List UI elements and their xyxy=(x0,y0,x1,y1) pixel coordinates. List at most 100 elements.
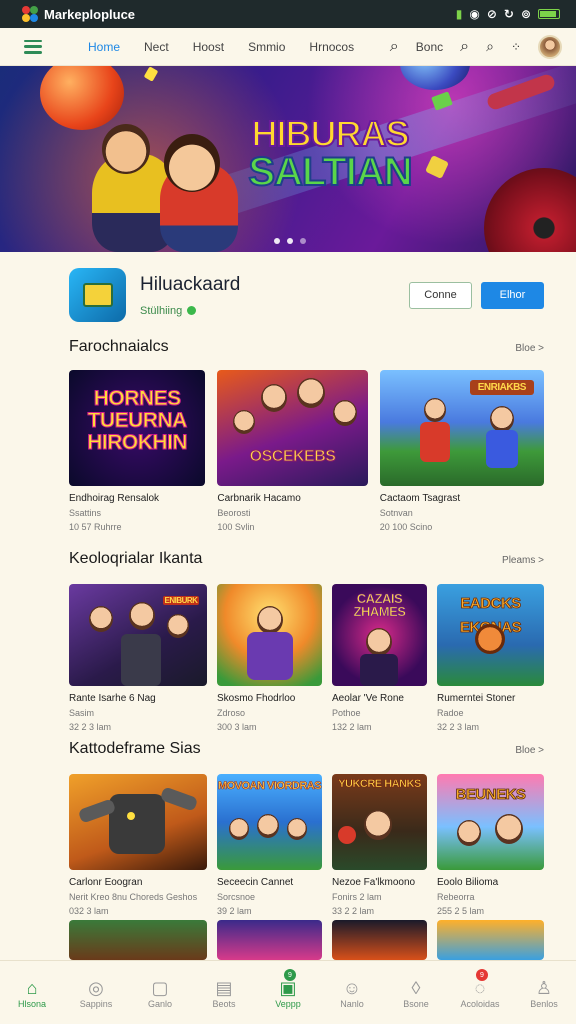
tab-5[interactable]: ▣ Veppp 9 xyxy=(256,961,320,1024)
avatar[interactable] xyxy=(538,34,562,59)
status-bar: Markeplopluce ▮ ◉ ⊘ ↻ ⊚ xyxy=(0,0,576,28)
controller-icon: ▢ xyxy=(151,977,169,998)
game-stats: 10 57 Ruhrre xyxy=(69,522,122,532)
tab-label: Hlsona xyxy=(17,998,46,1009)
search-icon[interactable]: ⌕ xyxy=(390,38,399,56)
game-thumbnail xyxy=(217,584,322,686)
game-card[interactable]: BEUNEKS Eoolo Bilioma Rebeorra 255 2 5 l… xyxy=(437,774,544,916)
refresh-icon: ↻ xyxy=(503,7,514,21)
game-meta: Zdroso xyxy=(217,708,246,718)
game-thumbnail: ENIBURK xyxy=(69,584,207,686)
carousel-dot[interactable] xyxy=(287,238,293,244)
see-more-link[interactable]: Bloe > xyxy=(515,745,544,756)
search-icon-2[interactable]: ⌕ xyxy=(460,38,469,56)
tab-label: Sappins xyxy=(79,998,113,1009)
game-meta: Sasim xyxy=(69,708,95,718)
tab-7[interactable]: ◊ Bsone xyxy=(384,961,448,1024)
game-stats: 255 2 5 lam xyxy=(437,906,485,916)
nav-link-4[interactable]: Smmio xyxy=(248,40,285,54)
tab-label: Acoloidas xyxy=(460,998,500,1009)
battery-icon xyxy=(538,9,560,19)
game-card[interactable]: OSCEKEBS Carbnarik Hacamo Beorosti 100 S… xyxy=(217,370,368,532)
game-name: Aeolar 'Ve Rone xyxy=(332,693,404,704)
game-thumbnail[interactable] xyxy=(69,920,207,960)
tab-home[interactable]: ⌂ Hlsona xyxy=(0,961,64,1024)
tab-3[interactable]: ▢ Ganlo xyxy=(128,961,192,1024)
carousel-dot[interactable] xyxy=(300,238,306,244)
top-nav: Home Nect Hoost Smmio Hrnocos ⌕ Bonc ⌕ ⌕… xyxy=(0,28,576,66)
game-meta: Sotnvan xyxy=(379,508,413,518)
sync-icon: ⊚ xyxy=(520,7,531,21)
tab-6[interactable]: ☺ Nanlo xyxy=(320,961,384,1024)
verified-icon xyxy=(187,306,197,315)
thumbnail-text: ENIBURK xyxy=(163,596,199,605)
menu-icon[interactable] xyxy=(24,39,42,54)
carousel-dots[interactable] xyxy=(274,238,306,244)
carousel-dot[interactable] xyxy=(274,238,280,244)
primary-button[interactable]: Elhor xyxy=(481,281,544,309)
game-thumbnail xyxy=(69,774,207,870)
tab-label: Benlos xyxy=(530,998,558,1009)
section-3: Kattodeframe Sias Bloe > Carlonr Eoogran… xyxy=(0,740,576,920)
game-stats: 032 3 lam xyxy=(69,906,109,916)
section-title: Keoloqrialar Ikanta xyxy=(69,550,203,567)
see-more-link[interactable]: Bloe > xyxy=(515,343,544,354)
game-thumbnail: CAZAIS ZHAMES xyxy=(332,584,427,686)
game-name: Carlonr Eoogran xyxy=(69,877,143,888)
app-icon[interactable] xyxy=(69,268,126,322)
home-icon: ⌂ xyxy=(26,977,38,998)
game-name: Rante Isarhe 6 Nag xyxy=(69,693,156,704)
game-card[interactable]: ENRIAKBS Cactaom Tsagrast Sotnvan 20 100… xyxy=(379,370,544,532)
game-thumbnail: MOVOAN VIORDRAS xyxy=(217,774,322,870)
see-more-link[interactable]: Pleams > xyxy=(502,555,544,566)
thumbnail-text: MOVOAN VIORDRAS xyxy=(217,780,322,793)
hero-banner[interactable]: HIBURAS SALTIAN xyxy=(0,66,576,252)
status-app-name: Markeplopluce xyxy=(44,6,136,22)
secondary-button[interactable]: Conne xyxy=(409,281,472,309)
game-thumbnail[interactable] xyxy=(332,920,427,960)
game-thumbnail[interactable] xyxy=(437,920,544,960)
alarm-icon: ◉ xyxy=(469,7,480,21)
app-subtitle: Stülhiing xyxy=(140,304,183,317)
tab-9[interactable]: ♙ Benlos xyxy=(512,961,576,1024)
hero-title-line1: HIBURAS xyxy=(250,113,410,154)
game-card[interactable]: ENIBURK Rante Isarhe 6 Nag Sasim 32 2 3 … xyxy=(69,584,207,732)
game-meta: Radoe xyxy=(437,708,464,718)
tab-8[interactable]: ◌ Acoloidas 9 xyxy=(448,961,512,1024)
nav-right-label[interactable]: Bonc xyxy=(416,40,443,54)
game-card[interactable]: HORNES TUEURNA HIROKHIN Endhoirag Rensal… xyxy=(69,370,206,532)
location-icon: ◊ xyxy=(411,977,421,998)
game-thumbnail: ENRIAKBS xyxy=(379,370,544,486)
game-name: Cactaom Tsagrast xyxy=(379,493,461,504)
bottom-tab-bar: ⌂ Hlsona ◎ Sappins ▢ Ganlo ▤ Beots ▣ Veppp 9 ☺… xyxy=(0,960,576,1024)
thumbnail-text: HORNES TUEURNA HIROKHIN xyxy=(87,387,188,455)
game-card[interactable]: Carlonr Eoogran Nerit Kreo 8nu Choreds G… xyxy=(69,774,207,916)
nav-link-3[interactable]: Hoost xyxy=(193,40,224,54)
game-card[interactable]: CAZAIS ZHAMES Aeolar 'Ve Rone Pothoe 132… xyxy=(332,584,427,732)
hero-title: HIBURAS SALTIAN xyxy=(240,113,420,194)
game-stats: 32 2 3 lam xyxy=(69,722,112,732)
gamepad-icon: ◎ xyxy=(88,977,104,998)
game-name: Eoolo Bilioma xyxy=(437,877,499,888)
section-4-partial xyxy=(0,920,576,960)
thumbnail-text: OSCEKEBS xyxy=(249,448,336,466)
nav-link-home[interactable]: Home xyxy=(88,40,120,54)
nav-link-5[interactable]: Hrnocos xyxy=(309,40,354,54)
game-card[interactable]: EADCKS EKONAS Rumerntei Stoner Radoe 32 … xyxy=(437,584,544,732)
section-title: Farochnaialcs xyxy=(69,338,169,355)
game-card[interactable]: MOVOAN VIORDRAS Seceecin Cannet Sorcsnoe… xyxy=(217,774,322,916)
game-stats: 20 100 Scino xyxy=(379,522,433,532)
game-card[interactable]: Skosmo Fhodrloo Zdroso 300 3 lam xyxy=(217,584,322,732)
thumbnail-text: BEUNEKS xyxy=(455,786,526,804)
tab-4[interactable]: ▤ Beots xyxy=(192,961,256,1024)
game-name: Carbnarik Hacamo xyxy=(217,493,301,504)
tab-2[interactable]: ◎ Sappins xyxy=(64,961,128,1024)
notification-badge: 9 xyxy=(476,969,488,981)
game-thumbnail[interactable] xyxy=(217,920,322,960)
nav-link-2[interactable]: Nect xyxy=(144,40,169,54)
game-card[interactable]: YUKCRE HANKS Nezoe Fa'lkmoono Fonirs 2 l… xyxy=(332,774,427,916)
game-stats: 100 Svlin xyxy=(217,522,255,532)
game-name: Rumerntei Stoner xyxy=(437,693,516,704)
more-icon[interactable]: ⁘ xyxy=(511,40,521,54)
filter-search-icon[interactable]: ⌕ xyxy=(486,38,494,55)
